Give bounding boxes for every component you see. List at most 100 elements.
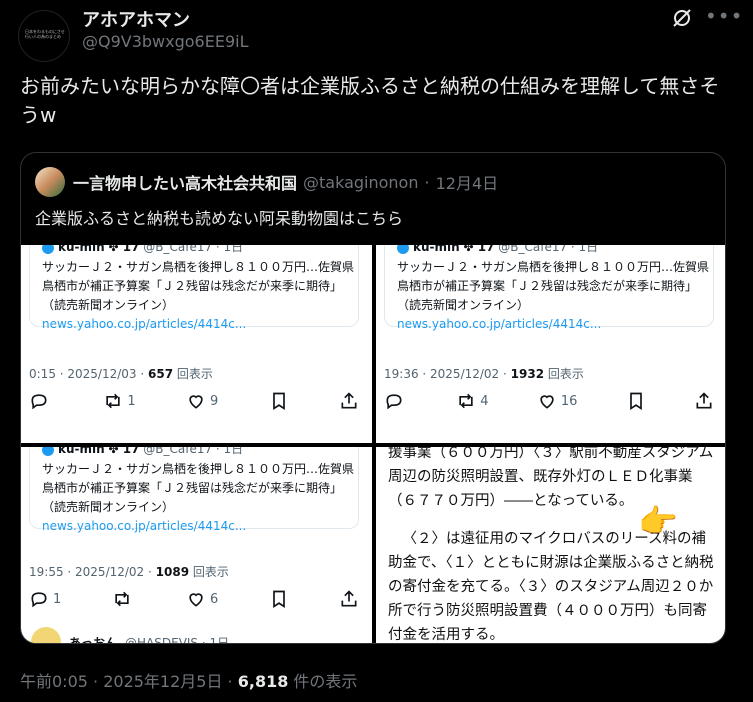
retweet-icon (459, 393, 473, 409)
post-views: 657 (148, 367, 174, 381)
grok-icon[interactable] (670, 6, 694, 30)
share-action (339, 391, 359, 411)
post-views: 1932 (510, 367, 545, 381)
card-text: サッカーＪ２・サガン鳥栖を後押し８１００万円…佐賀県鳥栖市が補正予算案「Ｊ２残留… (42, 260, 355, 312)
reply-action (384, 391, 408, 411)
footer-date[interactable]: 2025年12月5日 (103, 672, 222, 691)
image-panel-4[interactable]: 援事業（６００万円）〈３〉駅前不動産スタジアム周辺の防災照明設置、既存外灯のＬＥ… (376, 447, 725, 643)
avatar-text: 日本をわるものにさせ行い人の為のまとめ (25, 29, 65, 39)
share-icon (341, 392, 357, 409)
like-icon (189, 593, 203, 607)
share-action (339, 589, 359, 609)
share-icon (341, 590, 357, 607)
quote-date: 12月4日 (435, 174, 499, 193)
card-user-badge: ✤ 17 (108, 245, 140, 254)
reply-author-handle: @HASDEVIS · 1日 (125, 635, 230, 644)
card-user: ku-min ✤ 17 @B_Cafe17 · 1日 (42, 447, 243, 457)
quote-avatar (35, 167, 65, 197)
footer-time[interactable]: 午前0:05 (20, 672, 88, 691)
like-action: 6 (186, 589, 218, 609)
post-views: 1089 (155, 565, 190, 579)
card-avatar (42, 447, 54, 456)
embedded-card: ku-min ✤ 17 @B_Cafe17 · 1日 サッカーＪ２・サガン鳥栖を… (29, 245, 359, 331)
retweet-icon (106, 393, 121, 409)
action-bar: 1 6 (29, 589, 359, 609)
quote-text: 企業版ふるさと納税も読めない阿呆動物園はこちら (35, 209, 404, 228)
post-views-suffix: 回表示 (544, 367, 584, 381)
reply-icon (386, 394, 402, 410)
tweet-footer: 午前0:05 · 2025年12月5日 · 6,818 件の表示 (20, 668, 357, 692)
quote-author-handle: @takaginonon (303, 172, 419, 192)
author-avatar[interactable]: 日本をわるものにさせ行い人の為のまとめ (18, 10, 70, 62)
card-user-name: ku-min (58, 447, 105, 456)
card-text: サッカーＪ２・サガン鳥栖を後押し８１００万円…佐賀県鳥栖市が補正予算案「Ｊ２残留… (397, 260, 710, 312)
reply-avatar (31, 627, 61, 643)
post-meta: 19:36 · 2025/12/02 · 1932 回表示 (384, 365, 584, 382)
card-user-name: ku-min (413, 245, 460, 254)
bookmark-action (626, 391, 646, 411)
footer-sep-1: · (87, 672, 104, 691)
card-user: ku-min ✤ 17 @B_Cafe17 · 1日 (397, 245, 598, 255)
card-link: news.yahoo.co.jp/articles/4414c... (42, 317, 247, 331)
reply-action: 1 (29, 589, 61, 609)
embedded-card: ku-min ✤ 17 @B_Cafe17 · 1日 サッカーＪ２・サガン鳥栖を… (384, 245, 714, 331)
card-user-handle: @B_Cafe17 · 1日 (143, 447, 244, 456)
like-icon (540, 395, 554, 409)
like-action: 9 (186, 391, 218, 411)
bookmark-action (269, 391, 289, 411)
action-bar: 4 16 (384, 391, 714, 411)
card-body: サッカーＪ２・サガン鳥栖を後押し８１００万円…佐賀県鳥栖市が補正予算案「Ｊ２残留… (42, 460, 357, 536)
retweet-action (112, 589, 136, 609)
bookmark-icon (272, 392, 285, 411)
tweet-text: お前みたいな明らかな障〇者は企業版ふるさと納税の仕組みを理解して無さそうw (20, 74, 720, 127)
post-meta: 0:15 · 2025/12/03 · 657 回表示 (29, 365, 213, 382)
card-body: サッカーＪ２・サガン鳥栖を後押し８１００万円…佐賀県鳥栖市が補正予算案「Ｊ２残留… (42, 258, 357, 334)
image-panel-2[interactable]: ku-min ✤ 17 @B_Cafe17 · 1日 サッカーＪ２・サガン鳥栖を… (376, 245, 725, 443)
retweet-action: 1 (103, 391, 136, 411)
share-action (694, 391, 714, 411)
like-count: 9 (210, 393, 219, 409)
footer-views: 6,818 (237, 672, 289, 691)
pointing-hand-icon: 👉 (638, 502, 678, 540)
post-timestamp: 19:36 · 2025/12/02 · (384, 367, 511, 381)
image-grid[interactable]: ku-min ✤ 17 @B_Cafe17 · 1日 サッカーＪ２・サガン鳥栖を… (21, 245, 725, 644)
author-name[interactable]: アホアホマン (82, 6, 190, 32)
image-panel-1[interactable]: ku-min ✤ 17 @B_Cafe17 · 1日 サッカーＪ２・サガン鳥栖を… (21, 245, 372, 443)
card-user: ku-min ✤ 17 @B_Cafe17 · 1日 (42, 245, 243, 255)
card-user-name: ku-min (58, 245, 105, 254)
footer-sep-2: · (222, 672, 238, 691)
quote-header: 一言物申したい高木社会共和国 @takaginonon · 12月4日 (35, 167, 498, 197)
more-icon[interactable]: ••• (705, 4, 743, 28)
post-timestamp: 0:15 · 2025/12/03 · (29, 367, 148, 381)
article-paragraph-2: 〈２〉は遠征用のマイクロバスのリース料の補助金で、〈１〉とともに財源は企業版ふる… (388, 531, 714, 643)
share-icon (696, 392, 712, 409)
reply-icon (31, 592, 47, 608)
like-count: 16 (560, 393, 578, 409)
reply-preview: あっおん @HASDEVIS · 1日 (31, 627, 230, 644)
like-icon (189, 395, 203, 409)
card-user-badge: ✤ 17 (108, 447, 140, 456)
bookmark-icon (272, 590, 285, 609)
image-panel-3[interactable]: ku-min ✤ 17 @B_Cafe17 · 1日 サッカーＪ２・サガン鳥栖を… (21, 447, 372, 644)
card-avatar (397, 245, 409, 254)
card-text: サッカーＪ２・サガン鳥栖を後押し８１００万円…佐賀県鳥栖市が補正予算案「Ｊ２残留… (42, 462, 355, 514)
post-views-suffix: 回表示 (189, 565, 229, 579)
like-action: 16 (537, 391, 578, 411)
post-meta: 19:55 · 2025/12/02 · 1089 回表示 (29, 563, 229, 580)
retweet-count: 4 (480, 393, 489, 409)
like-count: 6 (210, 591, 219, 607)
bookmark-icon (629, 392, 642, 411)
footer-views-suffix: 件の表示 (288, 672, 358, 691)
quoted-tweet[interactable]: 一言物申したい高木社会共和国 @takaginonon · 12月4日 企業版ふ… (20, 152, 726, 644)
card-user-handle: @B_Cafe17 · 1日 (498, 245, 599, 254)
quote-author-name: 一言物申したい高木社会共和国 (73, 174, 298, 193)
reply-author-name: あっおん (69, 635, 118, 644)
reply-action (29, 391, 53, 411)
author-handle[interactable]: @Q9V3bwxgo6EE9iL (82, 32, 249, 51)
card-link: news.yahoo.co.jp/articles/4414c... (42, 519, 247, 533)
action-bar: 1 9 (29, 391, 359, 411)
post-timestamp: 19:55 · 2025/12/02 · (29, 565, 156, 579)
card-user-handle: @B_Cafe17 · 1日 (143, 245, 244, 254)
retweet-action: 4 (456, 391, 489, 411)
reply-icon (31, 394, 47, 410)
